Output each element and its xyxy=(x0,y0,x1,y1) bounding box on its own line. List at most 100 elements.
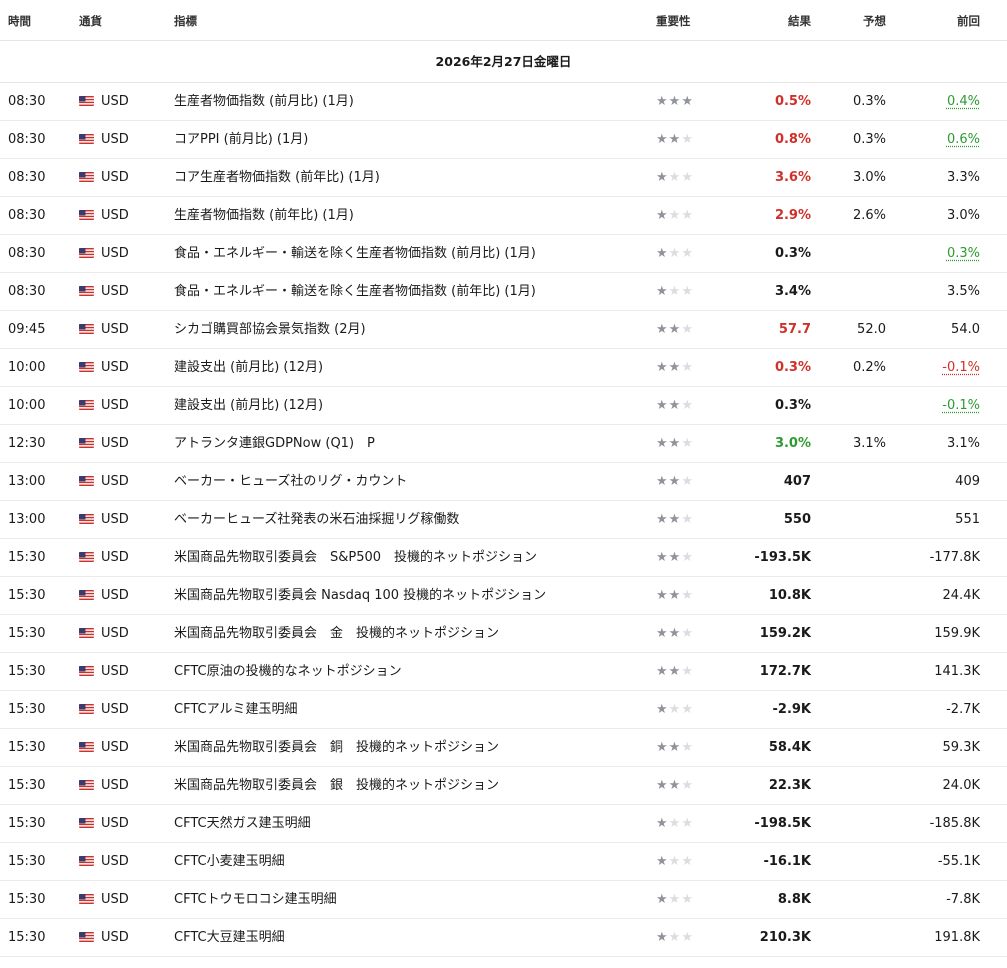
table-row[interactable]: 08:30 USD 生産者物価指数 (前年比) (1月) ★★★ 2.9% 2.6% 3.0… xyxy=(0,197,1007,235)
table-row[interactable]: 15:30 USD CFTC小麦建玉明細 ★★★ -16.1K -55.1K xyxy=(0,843,1007,881)
event-indicator-link[interactable]: コア生産者物価指数 (前年比) (1月) xyxy=(174,159,380,196)
event-currency: USD xyxy=(79,311,129,348)
importance-rating: ★★★ xyxy=(656,387,694,424)
star-icon: ★ xyxy=(656,740,669,755)
event-time: 12:30 xyxy=(8,436,46,451)
header-importance[interactable]: 重要性 xyxy=(656,13,691,29)
date-heading: 2026年2月27日金曜日 xyxy=(0,41,1007,83)
us-flag-icon xyxy=(79,96,94,106)
event-indicator-link[interactable]: 米国商品先物取引委員会 S&P500 投機的ネットポジション xyxy=(174,539,537,576)
importance-rating: ★★★ xyxy=(656,919,694,956)
currency-code: USD xyxy=(101,892,129,907)
event-previous: -7.8K xyxy=(946,892,980,907)
event-forecast: 0.3% xyxy=(852,132,886,147)
table-row[interactable]: 08:30 USD 食品・エネルギー・輸送を除く生産者物価指数 (前月比) (1月)… xyxy=(0,235,1007,273)
event-indicator-link[interactable]: CFTCアルミ建玉明細 xyxy=(174,691,297,728)
event-indicator-link[interactable]: CFTCトウモロコシ建玉明細 xyxy=(174,881,337,918)
table-row[interactable]: 15:30 USD CFTC天然ガス建玉明細 ★★★ -198.5K -185.8K xyxy=(0,805,1007,843)
table-row[interactable]: 15:30 USD CFTCアルミ建玉明細 ★★★ -2.9K -2.7K xyxy=(0,691,1007,729)
star-icon: ★ xyxy=(656,664,669,679)
table-row[interactable]: 15:30 USD CFTC大豆建玉明細 ★★★ 210.3K 191.8K xyxy=(0,919,1007,957)
header-currency[interactable]: 通貨 xyxy=(79,13,102,29)
event-indicator-link[interactable]: 米国商品先物取引委員会 銅 投機的ネットポジション xyxy=(174,729,499,766)
event-indicator-link[interactable]: CFTC大豆建玉明細 xyxy=(174,919,285,956)
event-indicator-link[interactable]: 建設支出 (前月比) (12月) xyxy=(174,349,323,386)
table-row[interactable]: 15:30 USD 米国商品先物取引委員会 Nasdaq 100 投機的ネットポジシ… xyxy=(0,577,1007,615)
star-icon: ★ xyxy=(656,170,669,185)
event-currency: USD xyxy=(79,881,129,918)
event-indicator-link[interactable]: CFTC小麦建玉明細 xyxy=(174,843,285,880)
event-previous: -0.1% xyxy=(942,398,980,413)
event-indicator-link[interactable]: コアPPI (前月比) (1月) xyxy=(174,121,308,158)
event-indicator-link[interactable]: 建設支出 (前月比) (12月) xyxy=(174,387,323,424)
currency-code: USD xyxy=(101,474,129,489)
event-indicator-link[interactable]: ベーカーヒューズ社発表の米石油採掘リグ稼働数 xyxy=(174,501,459,538)
event-actual: -198.5K xyxy=(754,816,811,831)
table-row[interactable]: 15:30 USD 米国商品先物取引委員会 S&P500 投機的ネットポジション ★★… xyxy=(0,539,1007,577)
event-forecast: 52.0 xyxy=(857,322,886,337)
event-indicator-link[interactable]: シカゴ購買部協会景気指数 (2月) xyxy=(174,311,366,348)
importance-rating: ★★★ xyxy=(656,577,694,614)
star-icon: ★ xyxy=(681,322,694,337)
table-row[interactable]: 13:00 USD ベーカー・ヒューズ社のリグ・カウント ★★★ 407 409 xyxy=(0,463,1007,501)
table-row[interactable]: 08:30 USD コア生産者物価指数 (前年比) (1月) ★★★ 3.6% 3.0% 3… xyxy=(0,159,1007,197)
event-indicator-link[interactable]: 米国商品先物取引委員会 金 投機的ネットポジション xyxy=(174,615,499,652)
event-time: 15:30 xyxy=(8,740,46,755)
event-indicator-link[interactable]: 米国商品先物取引委員会 Nasdaq 100 投機的ネットポジション xyxy=(174,577,546,614)
header-time[interactable]: 時間 xyxy=(8,13,31,29)
table-row[interactable]: 08:30 USD 食品・エネルギー・輸送を除く生産者物価指数 (前年比) (1月)… xyxy=(0,273,1007,311)
event-indicator-link[interactable]: 米国商品先物取引委員会 銀 投機的ネットポジション xyxy=(174,767,499,804)
header-forecast[interactable]: 予想 xyxy=(863,13,886,29)
table-row[interactable]: 08:30 USD 生産者物価指数 (前月比) (1月) ★★★ 0.5% 0.3% 0.4… xyxy=(0,83,1007,121)
header-indicator[interactable]: 指標 xyxy=(174,13,197,29)
table-row[interactable]: 13:00 USD ベーカーヒューズ社発表の米石油採掘リグ稼働数 ★★★ 550 551 xyxy=(0,501,1007,539)
star-icon: ★ xyxy=(681,360,694,375)
event-actual: 210.3K xyxy=(759,930,811,945)
star-icon: ★ xyxy=(656,702,669,717)
event-actual: 159.2K xyxy=(759,626,811,641)
event-indicator-link[interactable]: CFTC天然ガス建玉明細 xyxy=(174,805,311,842)
importance-rating: ★★★ xyxy=(656,463,694,500)
table-row[interactable]: 09:45 USD シカゴ購買部協会景気指数 (2月) ★★★ 57.7 52.0 54.0 xyxy=(0,311,1007,349)
star-icon: ★ xyxy=(681,436,694,451)
table-row[interactable]: 15:30 USD 米国商品先物取引委員会 銅 投機的ネットポジション ★★★ 58.4… xyxy=(0,729,1007,767)
currency-code: USD xyxy=(101,322,129,337)
event-actual: 0.3% xyxy=(774,360,811,375)
event-previous: -0.1% xyxy=(942,360,980,375)
event-indicator-link[interactable]: 食品・エネルギー・輸送を除く生産者物価指数 (前月比) (1月) xyxy=(174,235,536,272)
event-indicator-link[interactable]: CFTC原油の投機的なネットポジション xyxy=(174,653,402,690)
table-row[interactable]: 15:30 USD CFTCトウモロコシ建玉明細 ★★★ 8.8K -7.8K xyxy=(0,881,1007,919)
importance-rating: ★★★ xyxy=(656,349,694,386)
table-row[interactable]: 08:30 USD コアPPI (前月比) (1月) ★★★ 0.8% 0.3% 0.6% xyxy=(0,121,1007,159)
table-row[interactable]: 15:30 USD 米国商品先物取引委員会 銀 投機的ネットポジション ★★★ 22.3… xyxy=(0,767,1007,805)
table-row[interactable]: 15:30 USD 米国商品先物取引委員会 金 投機的ネットポジション ★★★ 159.… xyxy=(0,615,1007,653)
star-icon: ★ xyxy=(668,436,682,451)
table-row[interactable]: 10:00 USD 建設支出 (前月比) (12月) ★★★ 0.3% -0.1% xyxy=(0,387,1007,425)
table-row[interactable]: 15:30 USD CFTC原油の投機的なネットポジション ★★★ 172.7K 141.… xyxy=(0,653,1007,691)
star-icon: ★ xyxy=(668,512,682,527)
event-currency: USD xyxy=(79,615,129,652)
header-actual[interactable]: 結果 xyxy=(788,13,811,29)
event-currency: USD xyxy=(79,919,129,956)
event-previous: 191.8K xyxy=(934,930,980,945)
event-indicator-link[interactable]: 生産者物価指数 (前月比) (1月) xyxy=(174,83,354,120)
table-row[interactable]: 10:00 USD 建設支出 (前月比) (12月) ★★★ 0.3% 0.2% -0.1% xyxy=(0,349,1007,387)
star-icon: ★ xyxy=(668,930,682,945)
header-previous[interactable]: 前回 xyxy=(957,13,980,29)
event-previous: 3.1% xyxy=(946,436,980,451)
event-indicator-link[interactable]: 生産者物価指数 (前年比) (1月) xyxy=(174,197,354,234)
importance-rating: ★★★ xyxy=(656,615,694,652)
star-icon: ★ xyxy=(656,588,669,603)
currency-code: USD xyxy=(101,626,129,641)
event-previous: 3.3% xyxy=(946,170,980,185)
star-icon: ★ xyxy=(656,322,669,337)
event-time: 15:30 xyxy=(8,702,46,717)
table-row[interactable]: 12:30 USD アトランタ連銀GDPNow (Q1) P ★★★ 3.0% 3.1% 3… xyxy=(0,425,1007,463)
star-icon: ★ xyxy=(656,436,669,451)
event-currency: USD xyxy=(79,197,129,234)
currency-code: USD xyxy=(101,664,129,679)
star-icon: ★ xyxy=(681,512,694,527)
event-indicator-link[interactable]: アトランタ連銀GDPNow (Q1) P xyxy=(174,425,375,462)
event-indicator-link[interactable]: ベーカー・ヒューズ社のリグ・カウント xyxy=(174,463,407,500)
event-indicator-link[interactable]: 食品・エネルギー・輸送を除く生産者物価指数 (前年比) (1月) xyxy=(174,273,536,310)
